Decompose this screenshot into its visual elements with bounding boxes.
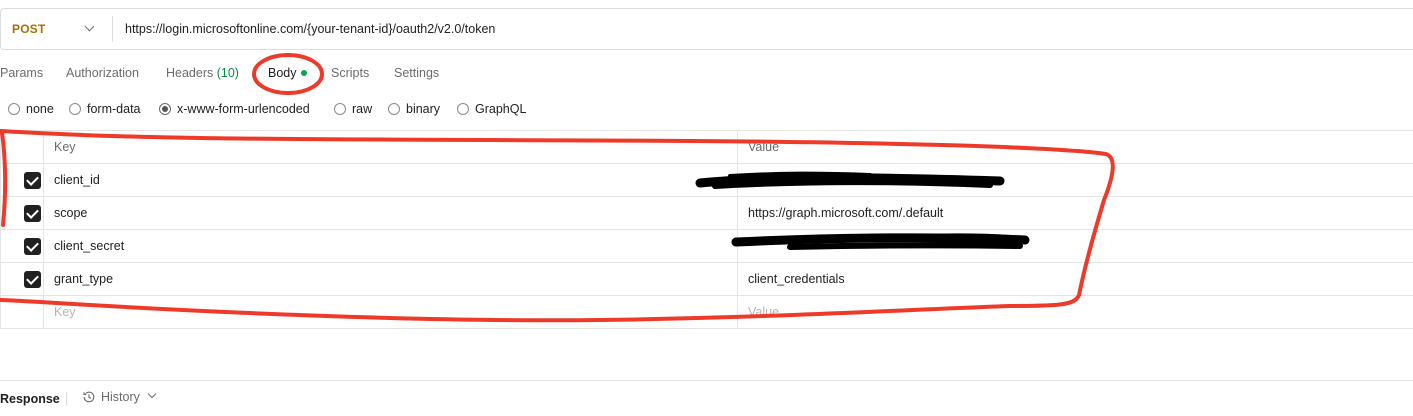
tab-params[interactable]: Params <box>0 66 43 80</box>
value-text: https://graph.microsoft.com/.default <box>748 206 944 220</box>
request-url-bar: POST https://login.microsoftonline.com/{… <box>0 8 1413 50</box>
row-checkbox-cell <box>0 296 44 328</box>
key-cell[interactable]: scope <box>44 197 738 229</box>
value-cell[interactable]: https://graph.microsoft.com/.default <box>738 197 1413 229</box>
tab-scripts[interactable]: Scripts <box>331 66 369 80</box>
radio-label: GraphQL <box>475 102 527 116</box>
row-checkbox-cell <box>0 164 44 196</box>
row-checkbox-cell <box>0 230 44 262</box>
value-header-label: Value <box>748 140 780 154</box>
key-cell[interactable]: client_secret <box>44 230 738 262</box>
radio-label: raw <box>352 102 373 116</box>
url-input[interactable]: https://login.microsoftonline.com/{your-… <box>125 22 495 36</box>
response-bar: Response History <box>0 380 1413 416</box>
chevron-down-icon <box>147 389 157 399</box>
table-row: scope https://graph.microsoft.com/.defau… <box>0 197 1413 230</box>
value-cell[interactable]: client_credentials <box>738 263 1413 295</box>
radio-label: form-data <box>87 102 141 116</box>
radio-label: x-www-form-urlencoded <box>177 102 310 116</box>
tab-body[interactable]: Body <box>268 66 297 80</box>
response-label: Response <box>0 392 60 406</box>
value-cell[interactable] <box>738 164 1413 196</box>
body-type-none[interactable]: none <box>8 102 54 116</box>
table-header-row: Key Value <box>0 131 1413 164</box>
checkbox-checked-icon[interactable] <box>24 238 41 255</box>
value-column-header: Value <box>738 131 1413 163</box>
table-row: grant_type client_credentials <box>0 263 1413 296</box>
value-text: client_credentials <box>748 272 845 286</box>
body-type-form-data[interactable]: form-data <box>69 102 141 116</box>
key-cell[interactable]: grant_type <box>44 263 738 295</box>
divider <box>66 392 67 406</box>
history-label: History <box>101 390 140 404</box>
key-value-table: Key Value client_id scope https://graph.… <box>0 130 1413 329</box>
value-placeholder: Value <box>748 305 780 319</box>
radio-icon[interactable] <box>457 103 469 115</box>
chevron-down-icon <box>84 21 95 32</box>
tab-headers-label: Headers <box>166 66 214 80</box>
body-type-graphql[interactable]: GraphQL <box>457 102 526 116</box>
divider <box>112 16 113 42</box>
key-text: client_id <box>54 173 100 187</box>
table-row: client_id <box>0 164 1413 197</box>
radio-icon[interactable] <box>69 103 81 115</box>
key-text: scope <box>54 206 88 220</box>
tab-settings[interactable]: Settings <box>394 66 439 80</box>
radio-icon[interactable] <box>334 103 346 115</box>
radio-label: none <box>26 102 54 116</box>
checkbox-checked-icon[interactable] <box>24 172 41 189</box>
tab-authorization[interactable]: Authorization <box>66 66 139 80</box>
checkbox-checked-icon[interactable] <box>24 205 41 222</box>
key-text: grant_type <box>54 272 114 286</box>
radio-icon[interactable] <box>8 103 20 115</box>
table-row: client_secret <box>0 230 1413 263</box>
key-cell[interactable]: client_id <box>44 164 738 196</box>
value-input[interactable]: Value <box>738 296 1413 328</box>
tab-headers[interactable]: Headers (10) <box>166 66 239 80</box>
value-cell[interactable] <box>738 230 1413 262</box>
key-header-label: Key <box>54 140 76 154</box>
method-label: POST <box>12 22 46 36</box>
headers-count-badge: (10) <box>216 66 239 80</box>
body-modified-dot-icon <box>301 70 307 76</box>
row-checkbox-cell <box>0 263 44 295</box>
checkbox-checked-icon[interactable] <box>24 271 41 288</box>
key-placeholder: Key <box>54 305 76 319</box>
row-checkbox-cell <box>0 197 44 229</box>
method-dropdown[interactable]: POST <box>1 9 109 49</box>
radio-checked-icon[interactable] <box>159 103 171 115</box>
body-type-raw[interactable]: raw <box>334 102 372 116</box>
key-column-header: Key <box>44 131 738 163</box>
table-row-new: Key Value <box>0 296 1413 329</box>
radio-label: binary <box>406 102 441 116</box>
body-type-x-www-form-urlencoded[interactable]: x-www-form-urlencoded <box>159 102 310 116</box>
clock-icon <box>83 391 95 403</box>
checkbox-column-header <box>0 131 44 163</box>
body-type-binary[interactable]: binary <box>388 102 440 116</box>
history-button[interactable]: History <box>82 389 157 404</box>
key-text: client_secret <box>54 239 125 253</box>
key-input[interactable]: Key <box>44 296 738 328</box>
radio-icon[interactable] <box>388 103 400 115</box>
